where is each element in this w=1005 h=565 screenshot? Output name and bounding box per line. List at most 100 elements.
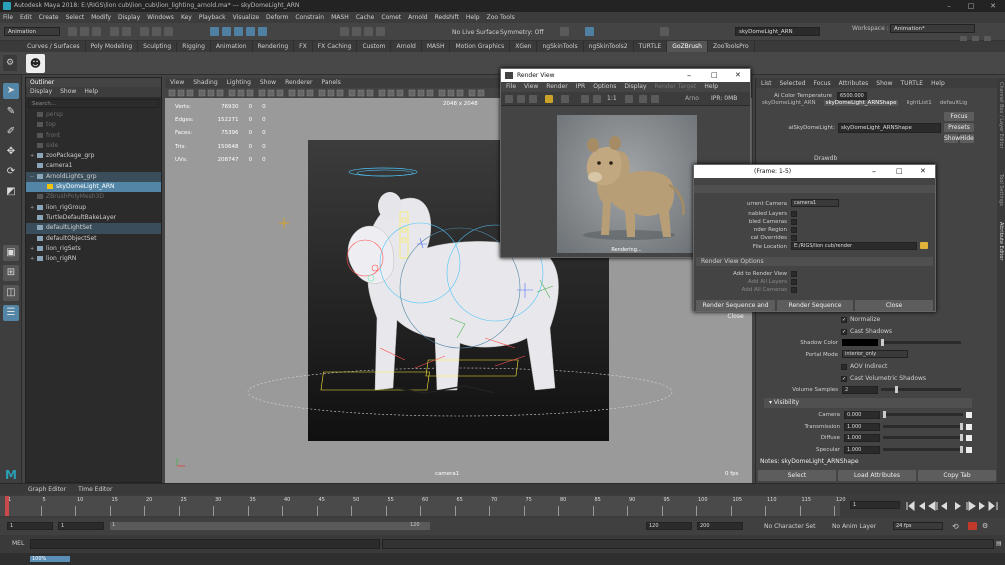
menu-edit[interactable]: Edit [20, 12, 32, 23]
select-hierarchy-icon[interactable] [140, 27, 149, 36]
tool-settings-side-tab[interactable]: Tool Settings [998, 174, 1004, 214]
render-region-checkbox[interactable] [791, 227, 797, 233]
rs-minimize-button[interactable]: – [872, 165, 876, 178]
shelf-tab[interactable]: Poly Modeling [86, 41, 139, 52]
snap-view-icon[interactable] [246, 27, 255, 36]
shelf-tab[interactable]: Arnold [391, 41, 422, 52]
anim-layer-select[interactable]: No Anim Layer [832, 523, 876, 530]
live-surface-label[interactable]: No Live Surface [452, 29, 499, 36]
map-button-icon[interactable] [966, 435, 972, 441]
visibility-slider[interactable] [883, 411, 963, 418]
attr-tab[interactable]: defaultLig [940, 100, 967, 106]
single-view-icon[interactable]: ▣ [3, 245, 19, 261]
cast-shadows-checkbox[interactable]: ✓ Cast Shadows [841, 328, 892, 335]
menu-create[interactable]: Create [39, 12, 59, 23]
outliner-item[interactable]: TurtleDefaultBakeLayer [26, 213, 161, 223]
copy-tab-button[interactable]: Copy Tab [918, 470, 996, 481]
save-scene-icon[interactable] [92, 27, 101, 36]
visibility-slider[interactable] [883, 422, 963, 430]
vp-menu-renderer[interactable]: Renderer [285, 78, 312, 88]
show-manipulator-icon[interactable] [585, 27, 594, 36]
shelf-tab[interactable]: ngSkinTools [537, 41, 584, 52]
current-time-marker[interactable] [5, 496, 9, 516]
shelf-tab[interactable]: FX [294, 41, 313, 52]
current-camera-select[interactable]: camera1 [791, 199, 839, 207]
visibility-field[interactable]: 1.000 [844, 445, 880, 454]
add-all-layers-checkbox[interactable] [791, 279, 797, 285]
close-window-button[interactable]: Close [855, 300, 933, 311]
menu-mash[interactable]: MASH [331, 12, 349, 23]
volume-samples-slider[interactable] [881, 386, 961, 393]
select-component-icon[interactable] [164, 27, 173, 36]
symmetry-label[interactable]: Symmetry: Off [500, 29, 543, 36]
outliner-layout-icon[interactable]: ☰ [3, 305, 19, 321]
menu-windows[interactable]: Windows [147, 12, 174, 23]
menu-select[interactable]: Select [66, 12, 85, 23]
current-frame-field[interactable]: 1 [850, 501, 900, 509]
menu-playback[interactable]: Playback [199, 12, 226, 23]
visibility-section[interactable]: ▾ Visibility [764, 398, 972, 408]
node-name-field[interactable]: skyDomeLight_ARNShape [838, 123, 941, 133]
rv-renderer-label[interactable]: Arno [685, 95, 699, 102]
attr-menu-focus[interactable]: Focus [814, 80, 831, 87]
menu-deform[interactable]: Deform [266, 12, 288, 23]
attr-tab[interactable]: skyDomeLight_ARN [762, 100, 816, 106]
attr-menu-selected[interactable]: Selected [780, 80, 806, 87]
open-scene-icon[interactable] [80, 27, 89, 36]
anim-end-field[interactable]: 120 [646, 522, 692, 530]
object-name-field[interactable]: skyDomeLight_ARN [735, 27, 820, 36]
outliner-item[interactable]: top [26, 120, 161, 130]
outliner-menu-show[interactable]: Show [60, 87, 76, 97]
range-slider[interactable]: 1 120 [110, 522, 430, 530]
outliner-item[interactable]: camera1 [26, 161, 161, 171]
render-sequence-button[interactable]: Render Sequence [777, 300, 853, 311]
rv-redo-render-icon[interactable] [505, 95, 513, 103]
map-button-icon[interactable] [966, 423, 972, 430]
goz-icon[interactable]: ☻ [26, 54, 45, 73]
workspace-select[interactable]: Animation* [890, 24, 975, 33]
snap-grid-icon[interactable] [210, 27, 219, 36]
command-input[interactable] [30, 539, 380, 549]
rv-camera-icon[interactable] [651, 95, 659, 103]
auto-key-icon[interactable] [968, 522, 977, 530]
menu-cache[interactable]: Cache [356, 12, 375, 23]
shelf-tab[interactable]: TURTLE [634, 41, 668, 52]
visibility-field[interactable]: 1.000 [844, 434, 880, 442]
rs-maximize-button[interactable]: □ [896, 165, 903, 178]
sidebar-toggle-icon[interactable] [660, 27, 669, 36]
rv-minimize-button[interactable]: – [687, 69, 691, 82]
shelf-tab[interactable]: Rendering [253, 41, 295, 52]
time-slider[interactable]: 1 5 10 15 20 25 30 35 40 45 50 55 60 65 70 75 80 85 90 95 10… [0, 496, 846, 516]
menu-modify[interactable]: Modify [91, 12, 111, 23]
add-all-cameras-checkbox[interactable] [791, 287, 797, 293]
map-button-icon[interactable] [966, 412, 972, 418]
rv-ipr-icon[interactable] [545, 95, 553, 103]
menu-comet[interactable]: Comet [381, 12, 401, 23]
focus-button[interactable]: Focus [944, 112, 974, 121]
attribute-editor-side-tab[interactable]: Attribute Editor [998, 222, 1004, 282]
attr-menu-list[interactable]: List [761, 80, 772, 87]
load-attributes-button[interactable]: Load Attributes [838, 470, 916, 481]
rv-snapshot-icon[interactable] [529, 95, 537, 103]
outliner-item[interactable]: + zooPackage_grp [26, 151, 161, 161]
playback-controls[interactable] [905, 500, 1003, 512]
close-button[interactable]: ✕ [982, 0, 1004, 12]
render-sequence-close-button[interactable]: Render Sequence and Close [696, 300, 775, 320]
fps-select[interactable]: 24 fps [893, 522, 943, 530]
render-settings-icon[interactable] [364, 27, 373, 36]
rv-keep-image-icon[interactable] [625, 95, 633, 103]
expand-toggle-icon[interactable]: − [30, 172, 37, 182]
vp-menu-shading[interactable]: Shading [193, 78, 217, 88]
attr-menu-show[interactable]: Show [876, 80, 892, 87]
menu-help[interactable]: Help [466, 12, 480, 23]
rv-menu-help[interactable]: Help [704, 82, 718, 92]
outliner-item[interactable]: persp [26, 110, 161, 120]
expand-toggle-icon[interactable]: + [30, 151, 37, 161]
redo-icon[interactable] [122, 27, 131, 36]
file-location-field[interactable]: E:/RIGS/lion cub/render [791, 242, 917, 250]
undo-icon[interactable] [110, 27, 119, 36]
rv-menu-display[interactable]: Display [624, 82, 646, 92]
menu-visualize[interactable]: Visualize [233, 12, 259, 23]
enabled-layers-checkbox[interactable] [791, 211, 797, 217]
rv-remove-image-icon[interactable] [639, 95, 647, 103]
